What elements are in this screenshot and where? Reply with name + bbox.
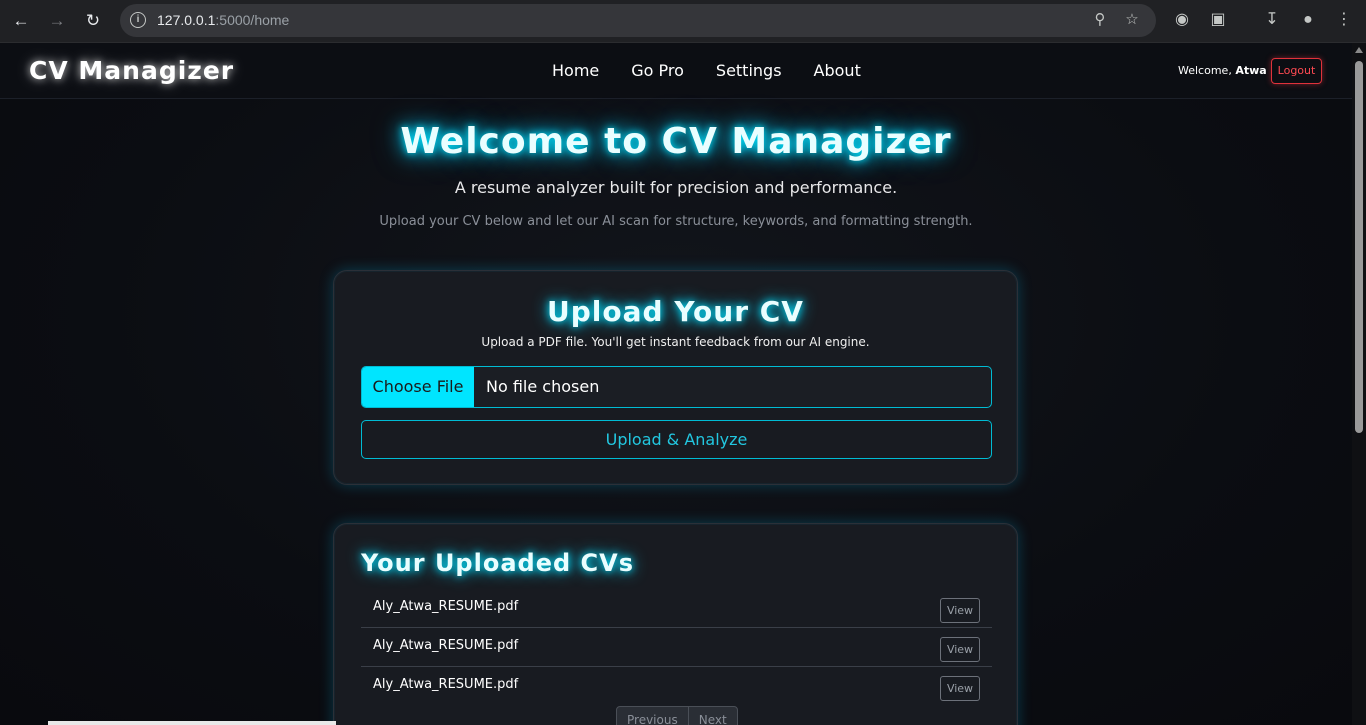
pagination: Previous Next (616, 706, 738, 725)
welcome-text: Welcome, Atwa (1178, 64, 1267, 77)
site-navbar: CV Managizer Home Go Pro Settings About … (0, 43, 1352, 99)
browser-toolbar: ← → ↻ i 127.0.0.1:5000/home ⚲ ☆ ◉ ▣ ↧ ● … (0, 0, 1366, 43)
nav-about-link[interactable]: About (814, 61, 861, 80)
back-icon[interactable]: ← (8, 8, 34, 34)
brand-logo[interactable]: CV Managizer (29, 56, 234, 85)
view-button[interactable]: View (940, 598, 980, 623)
reload-icon[interactable]: ↻ (80, 8, 106, 34)
extensions-puzzle-icon[interactable]: ▣ (1208, 10, 1228, 30)
file-input[interactable]: Choose File No file chosen (361, 366, 992, 408)
hero-title: Welcome to CV Managizer (400, 121, 952, 162)
page-scrollbar[interactable] (1352, 43, 1366, 725)
list-item: Aly_Atwa_RESUME.pdf View (361, 667, 992, 706)
uploaded-cvs-title: Your Uploaded CVs (361, 549, 634, 577)
scrollbar-thumb[interactable] (1355, 61, 1363, 433)
upload-card: Upload Your CV Upload a PDF file. You'll… (333, 270, 1018, 485)
logout-button[interactable]: Logout (1271, 58, 1322, 84)
nav-settings-link[interactable]: Settings (716, 61, 782, 80)
site-info-icon[interactable]: i (130, 12, 146, 28)
nav-home-link[interactable]: Home (552, 61, 599, 80)
upload-analyze-button[interactable]: Upload & Analyze (361, 420, 992, 459)
bookmark-star-icon[interactable]: ☆ (1122, 10, 1142, 30)
nav-go-pro-link[interactable]: Go Pro (631, 61, 684, 80)
upload-note: Upload a PDF file. You'll get instant fe… (481, 335, 870, 349)
menu-kebab-icon[interactable]: ⋮ (1334, 10, 1354, 30)
forward-icon[interactable]: → (44, 8, 70, 34)
list-item: Aly_Atwa_RESUME.pdf View (361, 589, 992, 628)
upload-title: Upload Your CV (547, 295, 804, 328)
cv-file-name: Aly_Atwa_RESUME.pdf (373, 638, 519, 653)
url-text[interactable]: 127.0.0.1:5000/home (157, 12, 289, 28)
profile-avatar-icon[interactable]: ● (1298, 10, 1318, 30)
page-viewport: CV Managizer Home Go Pro Settings About … (0, 43, 1352, 725)
scroll-up-icon[interactable] (1355, 47, 1363, 53)
hero-subtitle: A resume analyzer built for precision an… (454, 178, 898, 197)
uploaded-cvs-card: Your Uploaded CVs Aly_Atwa_RESUME.pdf Vi… (333, 523, 1018, 725)
cv-file-name: Aly_Atwa_RESUME.pdf (373, 677, 519, 692)
address-bar[interactable]: i 127.0.0.1:5000/home ⚲ ☆ (120, 4, 1156, 37)
next-page-button[interactable]: Next (687, 707, 737, 725)
list-item: Aly_Atwa_RESUME.pdf View (361, 628, 992, 667)
previous-page-button[interactable]: Previous (617, 707, 688, 725)
download-icon[interactable]: ↧ (1262, 10, 1282, 30)
zoom-icon[interactable]: ⚲ (1090, 10, 1110, 30)
download-shelf-edge (48, 721, 336, 725)
view-button[interactable]: View (940, 637, 980, 662)
hero-description: Upload your CV below and let our AI scan… (379, 214, 973, 229)
cv-file-name: Aly_Atwa_RESUME.pdf (373, 599, 519, 614)
extension-icon[interactable]: ◉ (1172, 10, 1192, 30)
main-menu: Home Go Pro Settings About (552, 61, 861, 80)
username: Atwa (1235, 64, 1267, 77)
file-status-text: No file chosen (486, 377, 600, 396)
view-button[interactable]: View (940, 676, 980, 701)
choose-file-button[interactable]: Choose File (362, 367, 474, 407)
